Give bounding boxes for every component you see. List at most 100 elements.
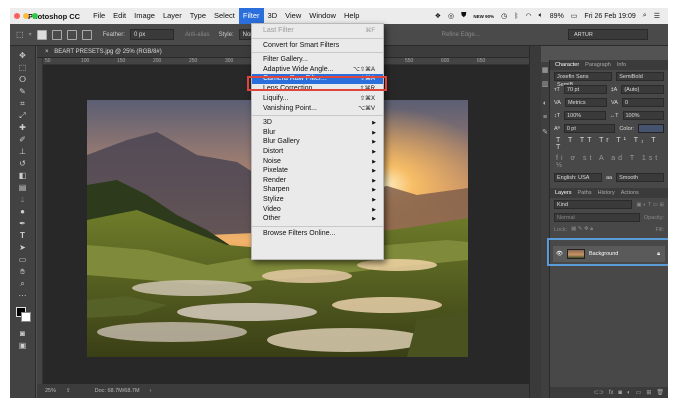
brush-panel-icon[interactable]: ✎ <box>541 128 549 136</box>
lasso-tool-icon[interactable]: ⵔ <box>16 74 30 85</box>
eyedropper-tool-icon[interactable]: ⤢ <box>16 110 30 121</box>
color-swatches[interactable] <box>14 305 32 323</box>
wifi-icon[interactable]: ◠ <box>525 12 531 20</box>
language-select[interactable]: English: USA <box>554 173 602 182</box>
filter-menu-item-video[interactable]: Video ▶ <box>252 205 383 215</box>
brush-tool-icon[interactable]: ✐ <box>16 134 30 145</box>
filter-menu-item-liquify[interactable]: Liquify... ⇧⌘X <box>252 94 383 104</box>
menu-window[interactable]: Window <box>305 8 340 24</box>
tab-layers[interactable]: Layers <box>555 190 572 196</box>
layer-row-background[interactable]: 👁︎ Background 🔒︎ <box>553 246 665 262</box>
menu-layer[interactable]: Layer <box>159 8 186 24</box>
tab-paragraph[interactable]: Paragraph <box>585 62 611 68</box>
filter-menu-item-noise[interactable]: Noise ▶ <box>252 157 383 167</box>
add-mask-icon[interactable]: ◙ <box>618 390 622 396</box>
filter-icons[interactable]: ▣ ◐ T ▭ ⊞ <box>636 202 664 208</box>
menu-help[interactable]: Help <box>340 8 363 24</box>
filter-menu-item-vanishing-point[interactable]: Vanishing Point... ⌥⌘V <box>252 104 383 114</box>
menu-3d[interactable]: 3D <box>264 8 282 24</box>
filter-menu-item-lens-correction[interactable]: Lens Correction... ⇧⌘R <box>252 84 383 94</box>
search-icon[interactable]: ⌕ <box>643 12 647 20</box>
filter-menu-item-pixelate[interactable]: Pixelate ▶ <box>252 166 383 176</box>
zoom-button[interactable] <box>32 13 38 19</box>
filter-menu-item-other[interactable]: Other ▶ <box>252 214 383 224</box>
more-tools-icon[interactable]: ⋯ <box>16 290 30 301</box>
close-button[interactable] <box>14 13 20 19</box>
vpn-shield-icon[interactable]: ⛊ <box>461 12 466 20</box>
font-size-input[interactable]: 70 pt <box>563 85 607 94</box>
zoom-level[interactable]: 25% <box>45 388 56 394</box>
healing-brush-tool-icon[interactable]: ✚ <box>16 122 30 133</box>
quick-select-tool-icon[interactable]: ✎ <box>16 86 30 97</box>
screen-mode-icon[interactable]: ▣ <box>16 340 30 351</box>
shape-tool-icon[interactable]: ▭ <box>16 254 30 265</box>
feather-input[interactable]: 0 px <box>129 29 174 40</box>
chevron-down-icon[interactable]: ▾ <box>29 31 32 38</box>
baseline-shift-input[interactable]: 0 pt <box>563 124 616 133</box>
libraries-panel-icon[interactable]: ▥ <box>541 80 549 88</box>
filter-menu-item-3d[interactable]: 3D ▶ <box>252 118 383 128</box>
filter-menu-item-convert-for-smart-filters[interactable]: Convert for Smart Filters <box>252 41 383 51</box>
horizontal-scale-input[interactable]: 100% <box>622 111 664 120</box>
tab-history[interactable]: History <box>598 190 615 196</box>
clone-stamp-tool-icon[interactable]: ⊥ <box>16 146 30 157</box>
filter-menu-item-last-filter[interactable]: Last Filter ⌘F <box>252 26 383 36</box>
menu-view[interactable]: View <box>281 8 305 24</box>
leading-input[interactable]: (Auto) <box>621 85 664 94</box>
marquee-tool-icon[interactable]: ⬚ <box>16 30 24 39</box>
subtract-selection-icon[interactable] <box>66 29 77 40</box>
path-select-tool-icon[interactable]: ➤ <box>16 242 30 253</box>
zoom-tool-icon[interactable]: ⌕ <box>16 278 30 289</box>
adjustment-layer-icon[interactable]: ◐ <box>627 390 631 396</box>
intersect-selection-icon[interactable] <box>81 29 92 40</box>
dodge-tool-icon[interactable]: ● <box>16 206 30 217</box>
hand-tool-icon[interactable]: ✋︎ <box>16 266 30 277</box>
menu-filter[interactable]: Filter <box>238 8 264 24</box>
battery-percent[interactable]: 89% <box>550 13 564 20</box>
tab-actions[interactable]: Actions <box>621 190 639 196</box>
tracking-input[interactable]: 0 <box>621 98 664 107</box>
layer-name[interactable]: Background <box>589 251 618 257</box>
properties-panel-icon[interactable]: ≡ <box>541 114 549 121</box>
filter-menu-item-browse-filters-online[interactable]: Browse Filters Online... <box>252 229 383 239</box>
adjustments-panel-icon[interactable]: ◐ <box>541 100 549 107</box>
document-title[interactable]: BEART PRESETS.jpg @ 25% (RGB/8#) <box>54 49 162 55</box>
datetime[interactable]: Fri 26 Feb 19:09 <box>584 13 635 20</box>
new-selection-icon[interactable] <box>36 29 47 40</box>
menu-type[interactable]: Type <box>186 8 210 24</box>
font-family-select[interactable]: Josefin Sans SemiB... <box>554 72 613 88</box>
anti-alias-checkbox[interactable]: Anti-alias <box>185 32 210 38</box>
lock-icons[interactable]: ▦ ✎ ✥ 🔒︎ <box>571 226 593 233</box>
type-style-buttons[interactable]: T T TT Tr T¹ T₁ T T <box>550 135 668 153</box>
filter-menu-item-adaptive-wide-angle[interactable]: Adaptive Wide Angle... ⌥⇧⌘A <box>252 65 383 75</box>
layer-kind-select[interactable]: Kind <box>554 200 633 209</box>
link-layers-icon[interactable]: ⊂⊃ <box>594 389 604 396</box>
list-icon[interactable]: ☰ <box>654 12 660 20</box>
battery-icon[interactable]: ▭ <box>571 12 578 20</box>
workspace-select[interactable]: ARTUR <box>568 29 648 40</box>
marquee-tool-icon[interactable]: ⬚ <box>16 62 30 73</box>
filter-menu-item-blur[interactable]: Blur ▶ <box>252 128 383 138</box>
dropbox-icon[interactable]: ❖ <box>435 12 441 20</box>
filter-menu-item-sharpen[interactable]: Sharpen ▶ <box>252 185 383 195</box>
opentype-buttons[interactable]: fi ơ st A ad T 1st ½ <box>550 153 668 171</box>
creative-cloud-icon[interactable]: ◎ <box>448 12 454 20</box>
menu-image[interactable]: Image <box>130 8 159 24</box>
history-brush-tool-icon[interactable]: ↺ <box>16 158 30 169</box>
text-color-swatch[interactable] <box>638 124 664 133</box>
menu-file[interactable]: File <box>89 8 109 24</box>
new-layer-icon[interactable]: ⊞ <box>646 389 651 396</box>
font-style-select[interactable]: SemiBold <box>616 72 664 81</box>
vertical-scale-input[interactable]: 100% <box>564 111 606 120</box>
gradient-tool-icon[interactable]: ▤ <box>16 182 30 193</box>
type-tool-icon[interactable]: T <box>16 230 30 241</box>
blur-tool-icon[interactable]: 💧︎ <box>16 194 30 205</box>
filter-menu-item-render[interactable]: Render ▶ <box>252 176 383 186</box>
filter-menu-item-blur-gallery[interactable]: Blur Gallery ▶ <box>252 137 383 147</box>
tab-info[interactable]: Info <box>617 62 626 68</box>
filter-menu-item-camera-raw-filter[interactable]: Camera Raw Filter... ⇧⌘A <box>252 74 383 85</box>
new-group-icon[interactable]: ▭ <box>636 389 642 396</box>
fx-icon[interactable]: fx <box>609 390 614 396</box>
eye-icon[interactable]: 👁︎ <box>556 251 563 257</box>
trash-icon[interactable]: 🗑︎ <box>656 389 664 396</box>
